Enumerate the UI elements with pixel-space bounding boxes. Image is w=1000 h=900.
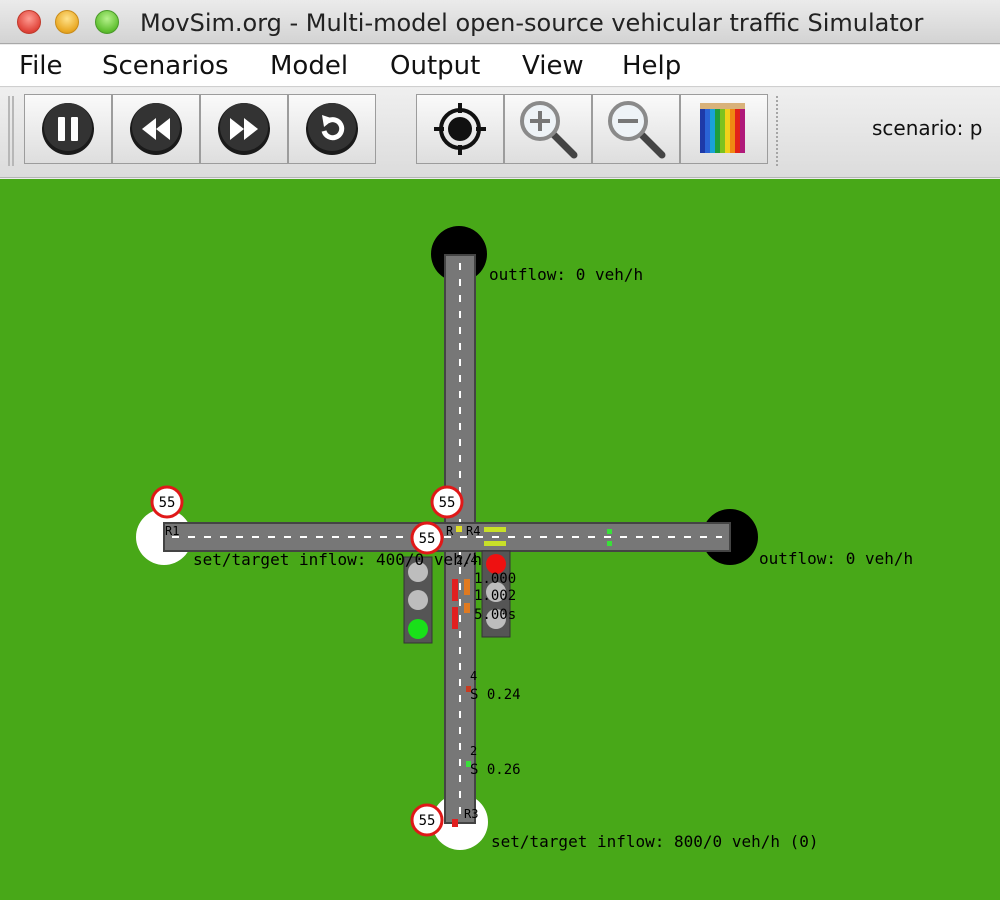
outflow-east-label: outflow: 0 veh/h [759,549,913,568]
road-label-r1: R1 [165,524,179,538]
zoom-window-button[interactable] [95,10,119,34]
detector-1-value: S 0.24 [470,687,521,703]
detector-1-count: 4 [470,669,477,683]
restart-icon [306,103,358,155]
fast-forward-button[interactable] [200,94,288,164]
rewind-button[interactable] [112,94,200,164]
vehicle [607,541,612,546]
speed-limit-sign-north: 55 [430,485,464,519]
cluster-label-b: 1.002 [474,588,516,604]
menu-scenarios[interactable]: Scenarios [102,51,229,81]
crosshair-icon [434,103,486,155]
menu-bar: File Scenarios Model Output View Help [0,45,1000,87]
zoom-in-button[interactable] [504,94,592,164]
west-signal-yellow-lamp [408,590,428,610]
toolbar-separator [776,96,778,166]
menu-view[interactable]: View [522,51,584,81]
inflow-west-label: set/target inflow: 400/0 veh/h [193,550,482,569]
colored-pencils-icon [700,103,745,153]
fast-forward-icon [218,103,270,155]
restart-button[interactable] [288,94,376,164]
colors-button[interactable] [680,94,768,164]
svg-text:55: 55 [439,495,456,511]
road-label-r: R [446,524,454,538]
window-title: MovSim.org - Multi-model open-source veh… [140,9,924,37]
pause-button[interactable] [24,94,112,164]
cluster-label-a: 1.000 [474,571,516,587]
zoom-in-icon [520,101,578,159]
vehicle [484,541,506,546]
inflow-south-label: set/target inflow: 800/0 veh/h (0) [491,832,819,851]
cluster-label-c: 5.00s [474,607,516,623]
menu-model[interactable]: Model [270,51,348,81]
rewind-icon [130,103,182,155]
cluster-label-top: 2.4 [456,553,478,567]
scenario-label: scenario: p [872,116,983,140]
vehicle [607,529,612,534]
toolbar: scenario: p [0,88,1000,178]
west-signal-green-lamp [408,619,428,639]
simulation-canvas[interactable]: 55 55 55 55 R1 R3 R4 R outflow: 0 veh/h … [0,179,1000,900]
speed-limit-sign-west: 55 [150,485,184,519]
vehicle [484,527,506,532]
speed-limit-sign-center: 55 [410,521,444,555]
vehicle [452,607,458,629]
vehicle [464,603,470,613]
pause-icon [42,103,94,155]
road-network[interactable]: 55 55 55 55 R1 R3 R4 R outflow: 0 veh/h … [0,179,1000,900]
minimize-window-button[interactable] [55,10,79,34]
menu-output[interactable]: Output [390,51,480,81]
menu-help[interactable]: Help [622,51,681,81]
close-window-button[interactable] [17,10,41,34]
svg-text:55: 55 [159,495,176,511]
vehicle [452,579,458,601]
vehicle [452,819,458,827]
svg-text:55: 55 [419,531,436,547]
toolbar-grip[interactable] [8,96,14,166]
recenter-button[interactable] [416,94,504,164]
title-bar: MovSim.org - Multi-model open-source veh… [0,0,1000,44]
menu-file[interactable]: File [19,51,63,81]
detector-2-value: S 0.26 [470,762,521,778]
vehicle [464,579,470,595]
svg-text:55: 55 [419,813,436,829]
zoom-out-icon [608,101,666,159]
outflow-north-label: outflow: 0 veh/h [489,265,643,284]
vehicle [456,526,462,532]
road-label-r3: R3 [464,807,478,821]
detector-2-count: 2 [470,744,477,758]
speed-limit-sign-south: 55 [410,803,444,837]
zoom-out-button[interactable] [592,94,680,164]
road-label-r4: R4 [466,524,480,538]
